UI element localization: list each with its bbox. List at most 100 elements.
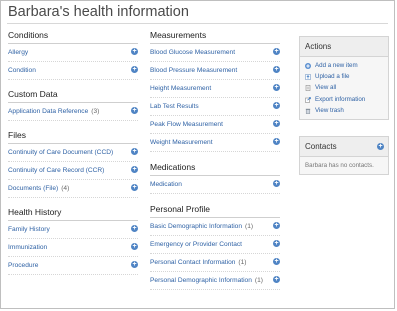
add-item-plus-icon[interactable]: +	[131, 166, 138, 173]
list-item: Procedure +	[8, 257, 138, 275]
section-personal_profile: Personal Profile Basic Demographic Inform…	[150, 204, 280, 290]
list-item: Blood Glucose Measurement +	[150, 44, 280, 62]
item-count: (1)	[245, 223, 254, 230]
item-link[interactable]: Height Measurement	[150, 85, 211, 92]
action-label: Add a new item	[315, 62, 358, 69]
add-item-plus-icon[interactable]: +	[273, 120, 280, 127]
add-item-plus-icon[interactable]: +	[273, 66, 280, 73]
section-custom_data: Custom Data Application Data Reference (3)…	[8, 89, 138, 121]
page-title: Barbara's health information	[8, 4, 189, 20]
item-link[interactable]: Immunization	[8, 244, 47, 251]
action-item[interactable]: Upload a file	[305, 71, 383, 82]
action-item[interactable]: Add a new item	[305, 60, 383, 71]
list-item: Application Data Reference (3) +	[8, 103, 138, 121]
action-item[interactable]: Export information	[305, 94, 383, 105]
left-column: Conditions Allergy + Condition + Custom Data A…	[8, 30, 138, 275]
list-item: Continuity of Care Record (CCR) +	[8, 162, 138, 180]
actions-header: Actions	[300, 37, 388, 57]
action-label: View all	[315, 84, 337, 92]
section-files: Files Continuity of Care Document (CCD) + C…	[8, 130, 138, 198]
list-item: Weight Measurement +	[150, 134, 280, 152]
action-item[interactable]: View all	[305, 82, 383, 93]
contacts-header-label: Contacts	[305, 142, 337, 151]
list-item: Condition +	[8, 62, 138, 80]
add-item-plus-icon[interactable]: +	[273, 180, 280, 187]
add-item-plus-icon[interactable]: +	[131, 107, 138, 114]
action-item[interactable]: View trash	[305, 105, 383, 116]
add-item-plus-icon[interactable]: +	[273, 138, 280, 145]
item-link[interactable]: Peak Flow Measurement	[150, 121, 223, 128]
add-item-plus-icon[interactable]: +	[131, 48, 138, 55]
list-item: Medication +	[150, 176, 280, 194]
item-link[interactable]: Application Data Reference	[8, 108, 88, 115]
section-header-conditions: Conditions	[8, 30, 138, 44]
add-item-plus-icon[interactable]: +	[273, 48, 280, 55]
item-count: (3)	[91, 108, 100, 115]
item-link[interactable]: Continuity of Care Record (CCR)	[8, 167, 104, 174]
item-count: (4)	[61, 185, 70, 192]
list-item: Continuity of Care Document (CCD) +	[8, 144, 138, 162]
add-item-plus-icon[interactable]: +	[131, 225, 138, 232]
add-contact-icon[interactable]: +	[377, 143, 384, 150]
add-item-plus-icon[interactable]: +	[131, 243, 138, 250]
add-item-plus-icon[interactable]: +	[131, 148, 138, 155]
item-link[interactable]: Blood Pressure Measurement	[150, 67, 237, 74]
add-item-plus-icon[interactable]: +	[273, 276, 280, 283]
add-item-plus-icon[interactable]: +	[131, 184, 138, 191]
action-label: View trash	[315, 106, 344, 114]
action-label: Upload a file	[315, 73, 350, 81]
list-item: Peak Flow Measurement +	[150, 116, 280, 134]
list-item: Lab Test Results +	[150, 98, 280, 116]
list-item: Height Measurement +	[150, 80, 280, 98]
health-info-page: Barbara's health information Conditions A…	[0, 0, 395, 309]
add-item-plus-icon[interactable]: +	[273, 84, 280, 91]
item-link[interactable]: Weight Measurement	[150, 139, 213, 146]
item-link[interactable]: Medication	[150, 181, 182, 188]
item-link[interactable]: Allergy	[8, 49, 28, 56]
item-count: (1)	[238, 259, 247, 266]
item-link[interactable]: Condition	[8, 67, 36, 74]
add-item-plus-icon[interactable]: +	[131, 261, 138, 268]
add-item-plus-icon[interactable]: +	[131, 66, 138, 73]
section-health_history: Health History Family History + Immunizatio…	[8, 207, 138, 275]
section-header-custom_data: Custom Data	[8, 89, 138, 103]
add-item-plus-icon[interactable]: +	[273, 258, 280, 265]
title-divider	[7, 23, 388, 24]
section-header-files: Files	[8, 130, 138, 144]
item-link[interactable]: Family History	[8, 226, 50, 233]
action-label: Export information	[315, 95, 366, 103]
list-item: Allergy +	[8, 44, 138, 62]
item-link[interactable]: Personal Contact Information	[150, 259, 235, 266]
section-header-medications: Medications	[150, 162, 280, 176]
item-link[interactable]: Procedure	[8, 262, 38, 269]
section-medications: Medications Medication +	[150, 162, 280, 194]
list-item: Blood Pressure Measurement +	[150, 62, 280, 80]
item-link[interactable]: Emergency or Provider Contact	[150, 241, 242, 248]
list-item: Emergency or Provider Contact +	[150, 236, 280, 254]
contacts-header: Contacts +	[300, 137, 388, 157]
list-item: Immunization +	[8, 239, 138, 257]
section-header-personal_profile: Personal Profile	[150, 204, 280, 218]
item-link[interactable]: Blood Glucose Measurement	[150, 49, 235, 56]
list-item: Personal Contact Information (1) +	[150, 254, 280, 272]
item-count: (1)	[254, 277, 263, 284]
item-link[interactable]: Personal Demographic Information	[150, 277, 252, 284]
list-item: Documents (File) (4) +	[8, 180, 138, 198]
actions-list: Add a new item Upload a file View all Expor…	[300, 57, 388, 119]
item-link[interactable]: Basic Demographic Information	[150, 223, 242, 230]
list-item: Family History +	[8, 221, 138, 239]
item-link[interactable]: Lab Test Results	[150, 103, 199, 110]
contacts-panel: Contacts + Barbara has no contacts.	[299, 136, 389, 175]
section-conditions: Conditions Allergy + Condition +	[8, 30, 138, 80]
no-contacts-text: Barbara has no contacts.	[305, 162, 374, 169]
section-measurements: Measurements Blood Glucose Measurement + Bl…	[150, 30, 280, 152]
add-item-plus-icon[interactable]: +	[273, 102, 280, 109]
section-header-measurements: Measurements	[150, 30, 280, 44]
section-header-health_history: Health History	[8, 207, 138, 221]
middle-column: Measurements Blood Glucose Measurement + Bl…	[150, 30, 280, 290]
item-link[interactable]: Documents (File)	[8, 185, 58, 192]
add-item-plus-icon[interactable]: +	[273, 240, 280, 247]
list-item: Personal Demographic Information (1) +	[150, 272, 280, 290]
item-link[interactable]: Continuity of Care Document (CCD)	[8, 149, 113, 156]
add-item-plus-icon[interactable]: +	[273, 222, 280, 229]
